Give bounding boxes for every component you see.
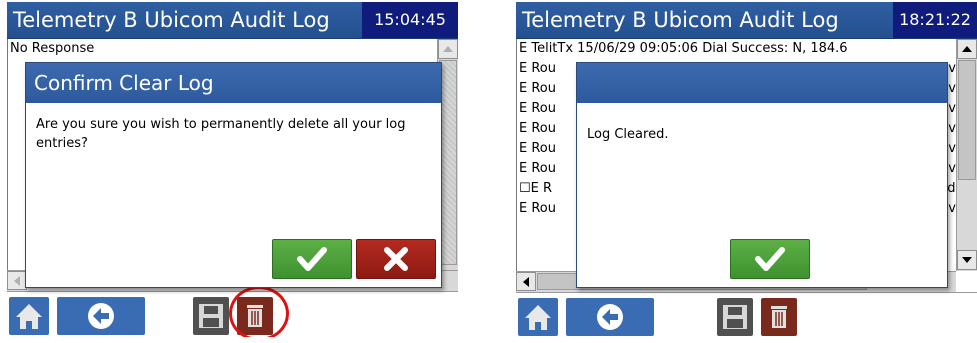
log-line-text: E Rou	[519, 161, 556, 176]
right-screen: Telemetry B Ubicom Audit Log 18:21:22 E …	[516, 2, 977, 342]
checkmark-icon	[755, 247, 785, 271]
scroll-left-button[interactable]	[516, 272, 536, 291]
log-line: E TelitTx 15/06/29 09:05:06 Dial Success…	[519, 41, 848, 56]
ok-button[interactable]	[730, 239, 810, 279]
confirm-cancel-button[interactable]	[356, 239, 436, 279]
confirm-ok-button[interactable]	[272, 239, 352, 279]
log-line-text: E Rou	[519, 121, 556, 136]
save-disk-icon	[199, 304, 223, 328]
save-button[interactable]	[717, 298, 753, 336]
back-arrow-icon	[597, 304, 623, 330]
clock: 15:04:45	[362, 2, 458, 38]
back-arrow-icon	[88, 303, 114, 329]
scroll-down-button[interactable]	[957, 250, 977, 270]
log-line-text: E Rou	[519, 141, 556, 156]
clock: 18:21:22	[893, 2, 977, 38]
scroll-thumb[interactable]	[958, 60, 976, 180]
dialog-title	[577, 63, 947, 103]
bottom-toolbar	[516, 292, 977, 338]
triangle-up-icon	[962, 46, 972, 52]
trash-icon	[771, 306, 787, 328]
home-icon	[525, 305, 551, 330]
checkmark-icon	[297, 247, 327, 271]
app-title: Telemetry B Ubicom Audit Log	[522, 8, 839, 32]
dialog-title: Confirm Clear Log	[26, 63, 441, 103]
home-button[interactable]	[518, 298, 558, 336]
x-cross-icon	[384, 247, 408, 271]
scroll-left-button[interactable]	[7, 271, 27, 290]
info-dialog: Log Cleared.	[576, 62, 948, 288]
back-button[interactable]	[57, 297, 145, 335]
confirm-dialog: Confirm Clear Log Are you sure you wish …	[25, 62, 442, 288]
log-line-text: E Rou	[519, 81, 556, 96]
triangle-left-icon	[523, 277, 529, 287]
triangle-up-icon	[443, 46, 453, 52]
scroll-up-button[interactable]	[957, 39, 977, 59]
log-line-text: E Rou	[519, 101, 556, 116]
log-line-text: E Rou	[519, 201, 556, 216]
title-bar: Telemetry B Ubicom Audit Log 15:04:45	[7, 2, 458, 39]
left-screen: Telemetry B Ubicom Audit Log 15:04:45 No…	[7, 2, 458, 337]
home-icon	[16, 304, 42, 329]
title-bar: Telemetry B Ubicom Audit Log 18:21:22	[516, 2, 977, 39]
scroll-up-button[interactable]	[438, 39, 458, 59]
log-line: No Response	[10, 41, 95, 56]
highlight-circle	[229, 286, 289, 337]
dialog-message: Are you sure you wish to permanently del…	[36, 117, 406, 151]
home-button[interactable]	[9, 297, 49, 335]
trash-button[interactable]	[761, 298, 797, 336]
bottom-toolbar	[7, 286, 458, 337]
save-disk-icon	[723, 305, 747, 329]
dialog-message: Log Cleared.	[587, 127, 669, 142]
vertical-scrollbar[interactable]	[956, 39, 977, 271]
triangle-left-icon	[14, 276, 20, 286]
log-line-text: E Rou	[519, 61, 556, 76]
triangle-down-icon	[962, 257, 972, 263]
save-button[interactable]	[193, 297, 229, 335]
back-button[interactable]	[566, 298, 654, 336]
log-line-text: ☐E R	[519, 181, 553, 196]
app-title: Telemetry B Ubicom Audit Log	[13, 8, 330, 32]
